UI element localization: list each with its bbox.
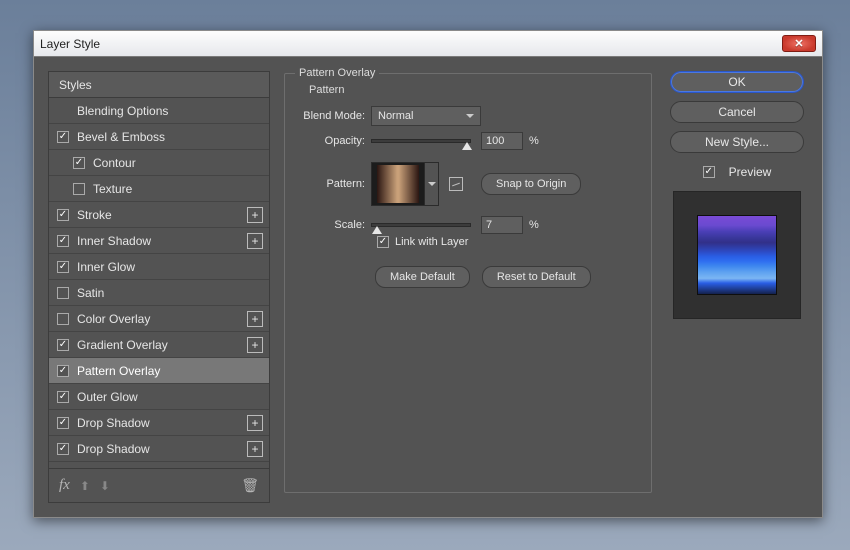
style-checkbox[interactable]	[57, 365, 69, 377]
preview-label: Preview	[729, 165, 772, 179]
style-checkbox[interactable]	[57, 261, 69, 273]
link-with-layer-checkbox[interactable]	[377, 236, 389, 248]
move-down-icon[interactable]: ⬇	[100, 479, 110, 493]
style-checkbox[interactable]	[57, 417, 69, 429]
sidebar-item-label: Gradient Overlay	[77, 338, 168, 352]
sidebar-item-label: Drop Shadow	[77, 416, 150, 430]
pattern-thumbnail	[377, 165, 419, 203]
sidebar-item-stroke[interactable]: Stroke +	[49, 202, 269, 228]
style-checkbox[interactable]	[57, 391, 69, 403]
window-title: Layer Style	[40, 37, 100, 51]
add-effect-icon[interactable]: +	[247, 441, 263, 457]
pattern-swatch[interactable]	[371, 162, 425, 206]
settings-panel: Pattern Overlay Pattern Blend Mode: Norm…	[284, 71, 652, 503]
snap-to-origin-button[interactable]: Snap to Origin	[481, 173, 581, 195]
sidebar-item-label: Texture	[93, 182, 132, 196]
fieldset-legend: Pattern Overlay	[295, 67, 379, 79]
sidebar-item-contour[interactable]: Contour	[49, 150, 269, 176]
sidebar-item-inner-shadow[interactable]: Inner Shadow +	[49, 228, 269, 254]
opacity-slider[interactable]	[371, 139, 471, 143]
create-pattern-icon[interactable]	[449, 177, 463, 191]
fx-icon[interactable]: fx	[59, 477, 70, 494]
link-with-layer-label: Link with Layer	[395, 236, 468, 248]
sidebar-item-pattern-overlay[interactable]: Pattern Overlay	[49, 358, 269, 384]
blend-mode-value: Normal	[378, 110, 413, 122]
style-checkbox[interactable]	[57, 443, 69, 455]
sidebar-item-bevel-emboss[interactable]: Bevel & Emboss	[49, 124, 269, 150]
scale-input[interactable]	[481, 216, 523, 234]
sidebar-item-gradient-overlay[interactable]: Gradient Overlay +	[49, 332, 269, 358]
blend-mode-label: Blend Mode:	[299, 110, 371, 122]
sidebar-item-label: Stroke	[77, 208, 112, 222]
blend-mode-select[interactable]: Normal	[371, 106, 481, 126]
scale-slider[interactable]	[371, 223, 471, 227]
style-checkbox[interactable]	[57, 313, 69, 325]
right-panel: OK Cancel New Style... Preview	[666, 71, 808, 503]
sidebar-item-drop-shadow[interactable]: Drop Shadow +	[49, 410, 269, 436]
pattern-overlay-fieldset: Pattern Overlay Pattern Blend Mode: Norm…	[284, 73, 652, 493]
move-up-icon[interactable]: ⬆	[80, 479, 90, 493]
style-checkbox[interactable]	[57, 131, 69, 143]
sidebar-item-inner-glow[interactable]: Inner Glow	[49, 254, 269, 280]
styles-header[interactable]: Styles	[49, 72, 269, 98]
new-style-button[interactable]: New Style...	[670, 131, 804, 153]
sidebar-item-outer-glow[interactable]: Outer Glow	[49, 384, 269, 410]
fieldset-sublegend: Pattern	[309, 84, 344, 96]
sidebar-item-label: Satin	[77, 286, 104, 300]
sidebar-item-label: Color Overlay	[77, 312, 150, 326]
style-checkbox[interactable]	[57, 339, 69, 351]
scale-thumb[interactable]	[372, 221, 382, 234]
style-checkbox[interactable]	[73, 183, 85, 195]
style-checkbox[interactable]	[73, 157, 85, 169]
opacity-thumb[interactable]	[462, 137, 472, 150]
preview-checkbox[interactable]	[703, 166, 715, 178]
add-effect-icon[interactable]: +	[247, 311, 263, 327]
scale-unit: %	[529, 219, 539, 231]
reset-default-button[interactable]: Reset to Default	[482, 266, 591, 288]
sidebar-item-drop-shadow[interactable]: Drop Shadow +	[49, 436, 269, 462]
preview-swatch	[698, 216, 776, 294]
add-effect-icon[interactable]: +	[247, 337, 263, 353]
sidebar-item-satin[interactable]: Satin	[49, 280, 269, 306]
opacity-unit: %	[529, 135, 539, 147]
sidebar-item-label: Outer Glow	[77, 390, 138, 404]
preview-toggle-row: Preview	[703, 165, 772, 179]
close-icon: ✕	[794, 37, 803, 50]
opacity-input[interactable]	[481, 132, 523, 150]
add-effect-icon[interactable]: +	[247, 233, 263, 249]
sidebar-item-label: Bevel & Emboss	[77, 130, 165, 144]
sidebar-item-label: Inner Glow	[77, 260, 135, 274]
pattern-picker-dropdown[interactable]	[425, 162, 439, 206]
sidebar-item-label: Inner Shadow	[77, 234, 151, 248]
sidebar-item-color-overlay[interactable]: Color Overlay +	[49, 306, 269, 332]
titlebar[interactable]: Layer Style ✕	[34, 31, 822, 57]
ok-button[interactable]: OK	[670, 71, 804, 93]
pattern-label: Pattern:	[299, 178, 371, 190]
preview-box	[673, 191, 801, 319]
sidebar-item-label: Blending Options	[77, 104, 168, 118]
trash-icon[interactable]: 🗑	[241, 477, 259, 494]
scale-label: Scale:	[299, 219, 371, 231]
sidebar-item-blending-options[interactable]: Blending Options	[49, 98, 269, 124]
cancel-button[interactable]: Cancel	[670, 101, 804, 123]
styles-list-panel: Styles Blending Options Bevel & Emboss Co…	[48, 71, 270, 503]
add-effect-icon[interactable]: +	[247, 207, 263, 223]
make-default-button[interactable]: Make Default	[375, 266, 470, 288]
sidebar-item-label: Pattern Overlay	[77, 364, 160, 378]
sidebar-item-label: Drop Shadow	[77, 442, 150, 456]
styles-footer: fx ⬆ ⬇ 🗑	[49, 468, 269, 502]
layer-style-dialog: Layer Style ✕ Styles Blending Options Be…	[33, 30, 823, 518]
sidebar-item-label: Contour	[93, 156, 136, 170]
opacity-label: Opacity:	[299, 135, 371, 147]
add-effect-icon[interactable]: +	[247, 415, 263, 431]
style-checkbox[interactable]	[57, 209, 69, 221]
style-checkbox[interactable]	[57, 287, 69, 299]
close-button[interactable]: ✕	[782, 35, 816, 52]
sidebar-item-texture[interactable]: Texture	[49, 176, 269, 202]
style-checkbox[interactable]	[57, 235, 69, 247]
